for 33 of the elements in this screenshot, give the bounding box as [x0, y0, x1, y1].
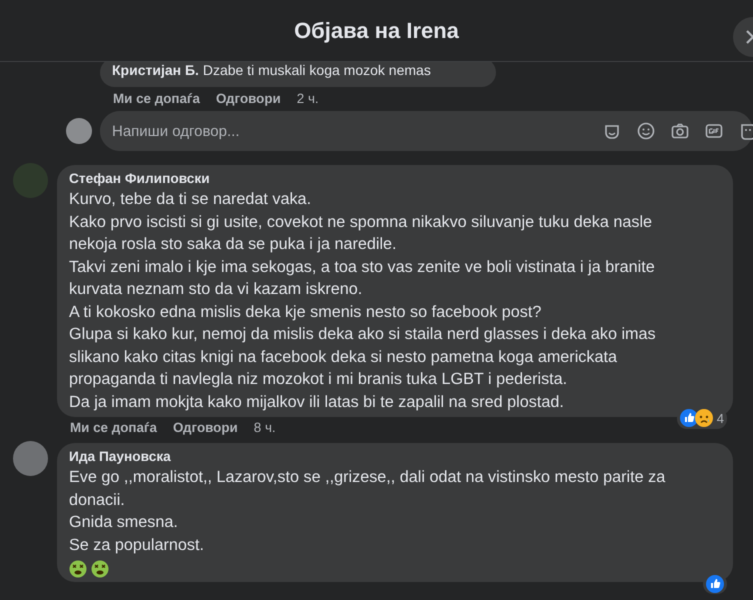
comment-text: Eve go ,,moralistot,, Lazarov,sto se ,,grizese,, dali odat na vistinsko mesto parite za donacii. — [69, 467, 666, 511]
comment-text: Glupa si kako kur, nemoj da mislis deka ako si staila nerd glasses i deka ako imas slikano kako citas knigi na facebook deka si nesto pametna koga americkata propaganda ti navlegla niz mozokot i mi branis tuka LGBT i pederista. — [69, 324, 657, 390]
comment-text: Kako prvo iscisti si gi usite, covekot ne spomna nikakvo siluvanje tuku deka nasle nekoja rosla sto saka da se puka i ja naredile. — [69, 212, 654, 256]
comment-text: Se za popularnost. — [69, 534, 205, 556]
timestamp: 8 ч. — [254, 419, 276, 438]
comment-text: Gnida smesna. — [69, 512, 179, 534]
sticker-face-icon[interactable] — [739, 122, 753, 140]
comment-text: Кристијан Б. Dzabe ti muskali koga mozok nemas — [112, 62, 432, 80]
sticker-icon[interactable] — [603, 122, 621, 140]
sick-face-icon — [91, 560, 109, 578]
thumbs-up-icon[interactable] — [706, 575, 724, 594]
action-link[interactable]: Одговори — [216, 89, 281, 110]
sick-face-icon — [69, 560, 87, 578]
reaction-count: 4 — [716, 410, 724, 428]
action-link[interactable]: Одговори — [172, 418, 238, 438]
comment-text: Da ja imam mokjta kako mijalkov ili latas bi te zapalil na sred plostad. — [69, 392, 565, 413]
gif-icon[interactable] — [705, 122, 723, 140]
timestamp: 2 ч. — [296, 90, 319, 108]
avatar-icon — [66, 118, 92, 144]
comment-text: A ti kokosko edna mislis deka kje smenis nesto so facebook post? — [69, 302, 542, 323]
avatar-icon — [13, 441, 48, 476]
comment-author[interactable]: Стефан Филиповски — [69, 170, 721, 188]
action-link[interactable]: Ми се допаѓа — [113, 89, 200, 110]
input-background[interactable]: Напиши одговор... — [100, 111, 753, 152]
sad-face-icon[interactable] — [694, 409, 713, 428]
comment-text: Kurvo, tebe da ti se naredat vaka. — [69, 189, 312, 210]
comment-author[interactable]: Ида Пауновска — [69, 448, 721, 466]
action-link[interactable]: Ми се допаѓа — [70, 418, 157, 438]
smiley-icon[interactable] — [637, 122, 655, 140]
comment-text: Takvi zeni imalo i kje ima sekogas, a toa sto vas zenite ve boli vistinata i ja branite kurvata neznam sto da vi kazam iskreno. — [69, 256, 656, 300]
camera-icon[interactable] — [671, 122, 689, 140]
dialog-title: Објава на Irena — [294, 17, 459, 45]
thumbs-up-icon[interactable] — [680, 409, 698, 428]
